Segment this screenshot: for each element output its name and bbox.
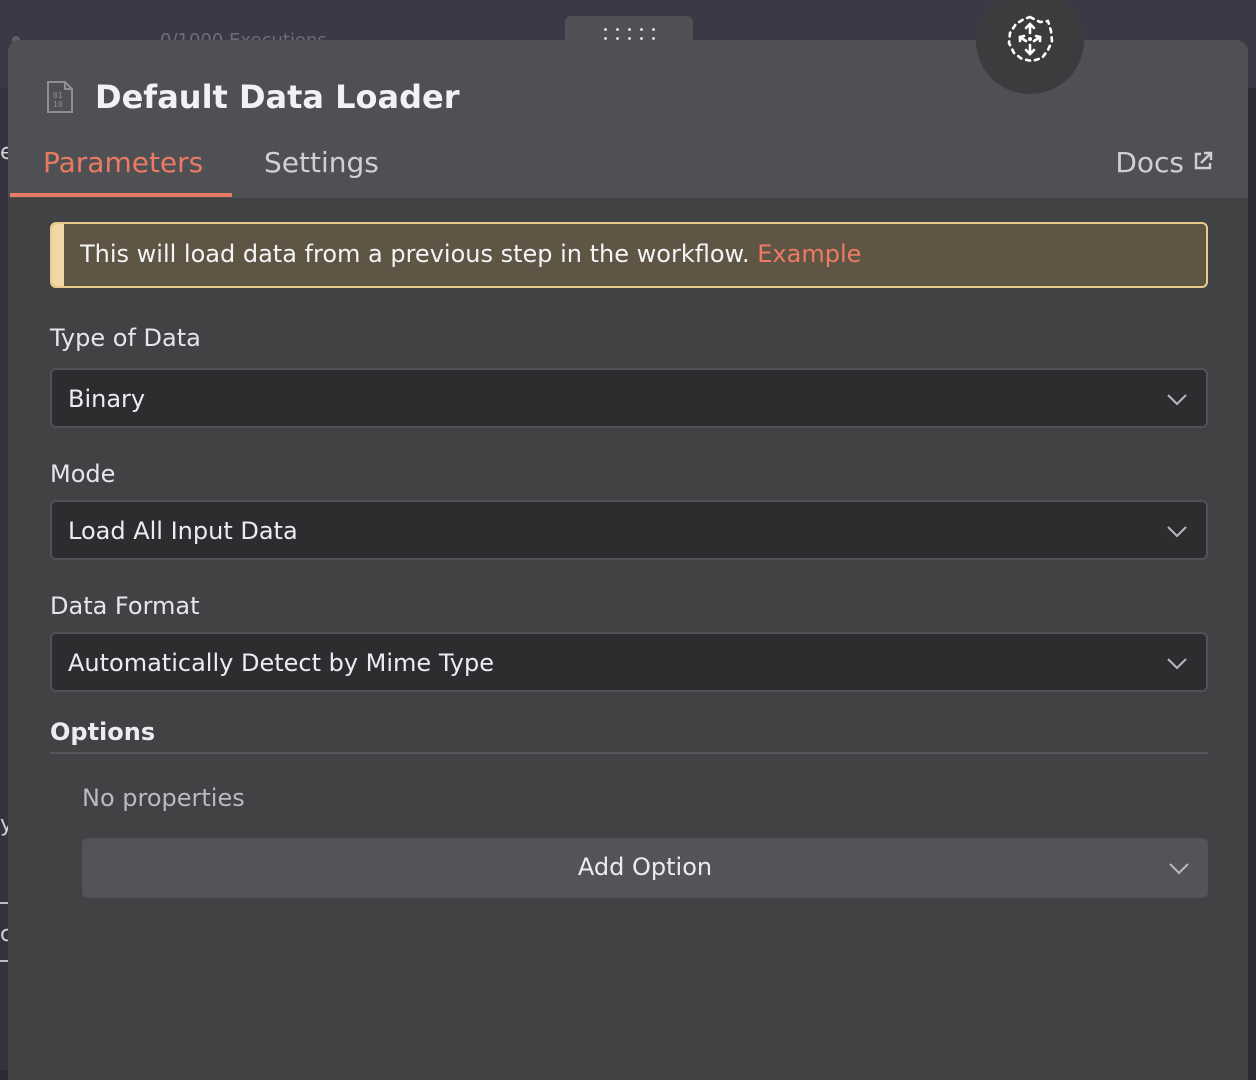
add-option-label: Add Option (577, 853, 713, 881)
chevron-down-icon (1168, 861, 1190, 875)
options-divider (50, 752, 1208, 754)
svg-text:01: 01 (53, 91, 63, 100)
data-format-value: Automatically Detect by Mime Type (68, 649, 494, 677)
info-notice: This will load data from a previous step… (50, 222, 1208, 288)
mode-value: Load All Input Data (68, 517, 298, 545)
chevron-down-icon (1166, 524, 1188, 538)
docs-link[interactable]: Docs (1115, 146, 1214, 179)
active-tab-indicator (10, 193, 232, 197)
notice-example-link[interactable]: Example (757, 240, 861, 268)
tab-parameters[interactable]: Parameters (43, 146, 203, 179)
svg-text:10: 10 (53, 100, 63, 109)
chevron-down-icon (1166, 656, 1188, 670)
options-heading: Options (50, 718, 156, 746)
notice-text: This will load data from a previous step… (80, 240, 861, 268)
node-settings-panel: 01 10 Default Data Loader Parameters Set… (8, 40, 1248, 1080)
notice-message: This will load data from a previous step… (80, 240, 750, 268)
node-title[interactable]: Default Data Loader (95, 78, 460, 116)
type-of-data-value: Binary (68, 385, 146, 413)
mode-select[interactable]: Load All Input Data (50, 500, 1208, 560)
notice-accent-bar (52, 224, 64, 286)
panel-drag-handle[interactable] (565, 16, 693, 56)
chevron-down-icon (1166, 392, 1188, 406)
data-format-label: Data Format (50, 592, 200, 620)
external-link-icon (1192, 146, 1214, 179)
type-of-data-select[interactable]: Binary (50, 368, 1208, 428)
data-format-select[interactable]: Automatically Detect by Mime Type (50, 632, 1208, 692)
vector-store-icon (1004, 13, 1056, 69)
tab-settings[interactable]: Settings (264, 146, 379, 179)
drag-grip-icon (603, 28, 655, 40)
binary-file-icon: 01 10 (46, 80, 74, 114)
docs-label: Docs (1115, 146, 1184, 179)
mode-label: Mode (50, 460, 116, 488)
no-properties-text: No properties (82, 784, 245, 812)
add-option-button[interactable]: Add Option (82, 838, 1208, 898)
type-of-data-label: Type of Data (50, 324, 201, 352)
